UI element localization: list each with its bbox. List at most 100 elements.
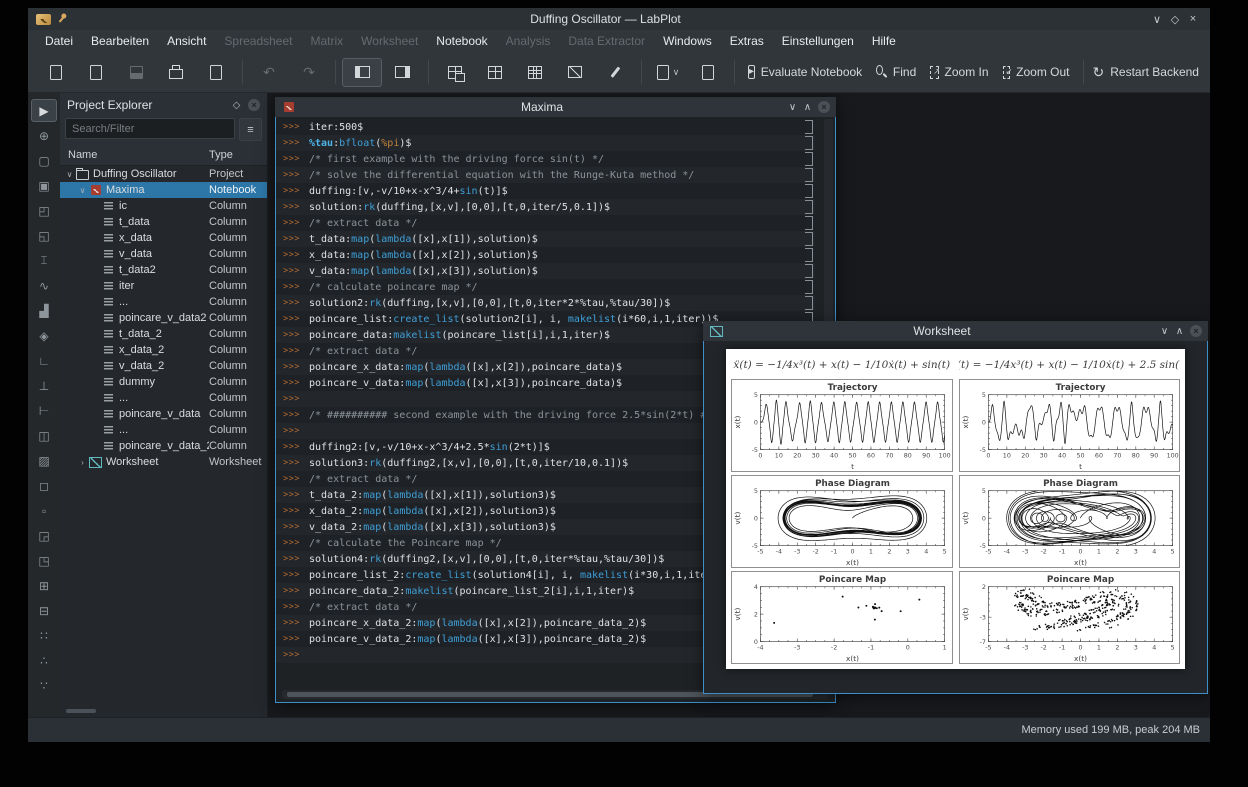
notebook-cell[interactable]: >>>duffing:[v,-v/10+x-x^3/4+sin(t)]$ bbox=[276, 183, 815, 199]
maxima-maximize-icon[interactable]: ∧ bbox=[800, 99, 815, 115]
tree-row-poincare-v-data-2[interactable]: poincare_v_data_2Column bbox=[60, 438, 267, 454]
tree-row-x-data-2[interactable]: x_data_2Column bbox=[60, 342, 267, 358]
custom-region-tool[interactable]: ◱ bbox=[31, 224, 57, 247]
import-file-button[interactable]: ∨ bbox=[648, 58, 688, 87]
maxima-title-bar[interactable]: Maxima ∨ ∧ × bbox=[275, 97, 836, 117]
layout-vertical-tool[interactable]: ◲ bbox=[31, 524, 57, 547]
new-project-button[interactable] bbox=[36, 58, 76, 87]
float-dock-icon[interactable]: ◇ bbox=[229, 98, 244, 113]
expander-icon[interactable]: ∨ bbox=[77, 186, 88, 195]
zoom-out-button[interactable]: Zoom Out bbox=[996, 58, 1077, 87]
worksheet-maximize-icon[interactable]: ∧ bbox=[1172, 323, 1187, 339]
crop-region-tool[interactable]: ◰ bbox=[31, 199, 57, 222]
menu-item-notebook[interactable]: Notebook bbox=[427, 32, 496, 50]
zoom-selection-tool[interactable]: ▢ bbox=[31, 149, 57, 172]
text-cursor-tool[interactable]: ⌶ bbox=[31, 249, 57, 272]
horizontal-axis-tool[interactable]: ⊢ bbox=[31, 399, 57, 422]
select-region-tool[interactable]: ▣ bbox=[31, 174, 57, 197]
navigate-crosshair-tool[interactable]: ⊕ bbox=[31, 124, 57, 147]
redo-button[interactable]: ↷ bbox=[289, 58, 329, 87]
notebook-cell[interactable]: >>>/* calculate poincare map */ bbox=[276, 279, 815, 295]
tree-row-poincare-v-data2[interactable]: poincare_v_data2Column bbox=[60, 310, 267, 326]
search-input[interactable] bbox=[65, 118, 235, 139]
new-workbook-button[interactable] bbox=[435, 58, 475, 87]
notebook-cell[interactable]: >>>v_data:map(lambda([x],x[3]),solution)… bbox=[276, 263, 815, 279]
evaluate-notebook-button[interactable]: Evaluate Notebook bbox=[741, 58, 869, 87]
plot-phase-diagram-2[interactable]: -5-4-3-2-1012345-505Phase Diagramx(t)v(t… bbox=[959, 475, 1181, 568]
close-button[interactable]: × bbox=[1184, 11, 1202, 27]
tree-header[interactable]: Name Type bbox=[60, 144, 267, 166]
tree-row-t-data[interactable]: t_dataColumn bbox=[60, 214, 267, 230]
xy-function-tool[interactable]: ◈ bbox=[31, 324, 57, 347]
tree-row-duffing-oscillator[interactable]: ∨Duffing OscillatorProject bbox=[60, 166, 267, 182]
notebook-cell[interactable]: >>>/* first example with the driving for… bbox=[276, 151, 815, 167]
worksheet-close-icon[interactable]: × bbox=[1190, 325, 1202, 337]
plot-area-tool[interactable]: ◻ bbox=[31, 474, 57, 497]
plot-poincare-map-2[interactable]: -5-4-3-2-10123452-3-7Poincare Mapx(t)v(t… bbox=[959, 571, 1181, 664]
new-spreadsheet-button[interactable] bbox=[475, 58, 515, 87]
title-bar[interactable]: Duffing Oscillator — LabPlot ∨ ◇ × bbox=[28, 8, 1210, 30]
menu-item-extras[interactable]: Extras bbox=[721, 32, 773, 50]
menu-item-ansicht[interactable]: Ansicht bbox=[158, 32, 215, 50]
tree-row-iter[interactable]: iterColumn bbox=[60, 278, 267, 294]
add-grid-tool[interactable]: ⊞ bbox=[31, 574, 57, 597]
print-button[interactable] bbox=[156, 58, 196, 87]
notebook-cell[interactable]: >>>solution2:rk(duffing,[x,v],[0,0],[t,0… bbox=[276, 295, 815, 311]
notebook-cell[interactable]: >>>iter:500$ bbox=[276, 119, 815, 135]
tree-row-poincare-v-data[interactable]: poincare_v_dataColumn bbox=[60, 406, 267, 422]
text-label-tool[interactable]: ◫ bbox=[31, 424, 57, 447]
notebook-cell[interactable]: >>>/* solve the differential equation wi… bbox=[276, 167, 815, 183]
column-header-name[interactable]: Name bbox=[68, 149, 209, 161]
find-button[interactable]: Find bbox=[869, 58, 923, 87]
tree-row-worksheet[interactable]: ›WorksheetWorksheet bbox=[60, 454, 267, 470]
minimize-button[interactable]: ∨ bbox=[1148, 11, 1166, 27]
tree-row-dummy[interactable]: dummyColumn bbox=[60, 374, 267, 390]
notebook-cell[interactable]: >>>t_data:map(lambda([x],x[1]),solution)… bbox=[276, 231, 815, 247]
notebook-cell[interactable]: >>>/* extract data */ bbox=[276, 215, 815, 231]
new-worksheet-button[interactable] bbox=[555, 58, 595, 87]
notebook-cell[interactable]: >>>solution:rk(duffing,[x,v],[0,0],[t,0,… bbox=[276, 199, 815, 215]
layout-horizontal-tool[interactable]: ◳ bbox=[31, 549, 57, 572]
new-matrix-button[interactable] bbox=[515, 58, 555, 87]
xy-curve-tool[interactable]: ∿ bbox=[31, 274, 57, 297]
zoom-in-button[interactable]: Zoom In bbox=[923, 58, 995, 87]
close-dock-icon[interactable]: × bbox=[248, 99, 260, 111]
plot-poincare-map-1[interactable]: -4-3-2-101024Poincare Mapx(t)v(t) bbox=[731, 571, 953, 664]
tree-row-t-data2[interactable]: t_data2Column bbox=[60, 262, 267, 278]
export-file-button[interactable] bbox=[688, 58, 728, 87]
tree-row-ic[interactable]: icColumn bbox=[60, 198, 267, 214]
project-explorer-header[interactable]: Project Explorer ◇ × bbox=[60, 93, 267, 117]
undo-button[interactable]: ↶ bbox=[249, 58, 289, 87]
tree-row-maxima[interactable]: ∨MaximaNotebook bbox=[60, 182, 267, 198]
column-header-type[interactable]: Type bbox=[209, 149, 267, 161]
tree-row-v-data-2[interactable]: v_data_2Column bbox=[60, 358, 267, 374]
menu-item-hilfe[interactable]: Hilfe bbox=[863, 32, 905, 50]
maxima-close-icon[interactable]: × bbox=[818, 101, 830, 113]
select-cursor-tool[interactable]: ▶ bbox=[31, 99, 57, 122]
notebook-cell[interactable]: >>>x_data:map(lambda([x],x[2]),solution)… bbox=[276, 247, 815, 263]
more-tools[interactable]: ∵ bbox=[31, 674, 57, 697]
distribute-tool[interactable]: ∴ bbox=[31, 649, 57, 672]
vertical-axis-tool[interactable]: ⊥ bbox=[31, 374, 57, 397]
remove-grid-tool[interactable]: ⊟ bbox=[31, 599, 57, 622]
save-project-button[interactable] bbox=[116, 58, 156, 87]
align-tool[interactable]: ∷ bbox=[31, 624, 57, 647]
maxima-minimize-icon[interactable]: ∨ bbox=[785, 99, 800, 115]
tree-row-v-data[interactable]: v_dataColumn bbox=[60, 246, 267, 262]
restart-backend-button[interactable]: ↻Restart Backend bbox=[1090, 58, 1202, 87]
histogram-tool[interactable]: ▟ bbox=[31, 299, 57, 322]
project-explorer-scrollbar[interactable] bbox=[66, 709, 96, 713]
tree-row-[interactable]: ...Column bbox=[60, 294, 267, 310]
expander-icon[interactable]: ∨ bbox=[64, 170, 75, 179]
tree-row-t-data-2[interactable]: t_data_2Column bbox=[60, 326, 267, 342]
new-notebook-button[interactable] bbox=[595, 58, 635, 87]
menu-item-bearbeiten[interactable]: Bearbeiten bbox=[82, 32, 158, 50]
filter-options-button[interactable]: ≡ bbox=[239, 118, 262, 141]
tree-row-[interactable]: ...Column bbox=[60, 422, 267, 438]
menu-item-windows[interactable]: Windows bbox=[654, 32, 721, 50]
expander-icon[interactable]: › bbox=[77, 458, 88, 467]
plot-trajectory-2[interactable]: 0102030405060708090100-505Trajectorytx(t… bbox=[959, 379, 1181, 472]
worksheet-minimize-icon[interactable]: ∨ bbox=[1157, 323, 1172, 339]
menu-item-einstellungen[interactable]: Einstellungen bbox=[773, 32, 863, 50]
inset-plot-tool[interactable]: ▫ bbox=[31, 499, 57, 522]
